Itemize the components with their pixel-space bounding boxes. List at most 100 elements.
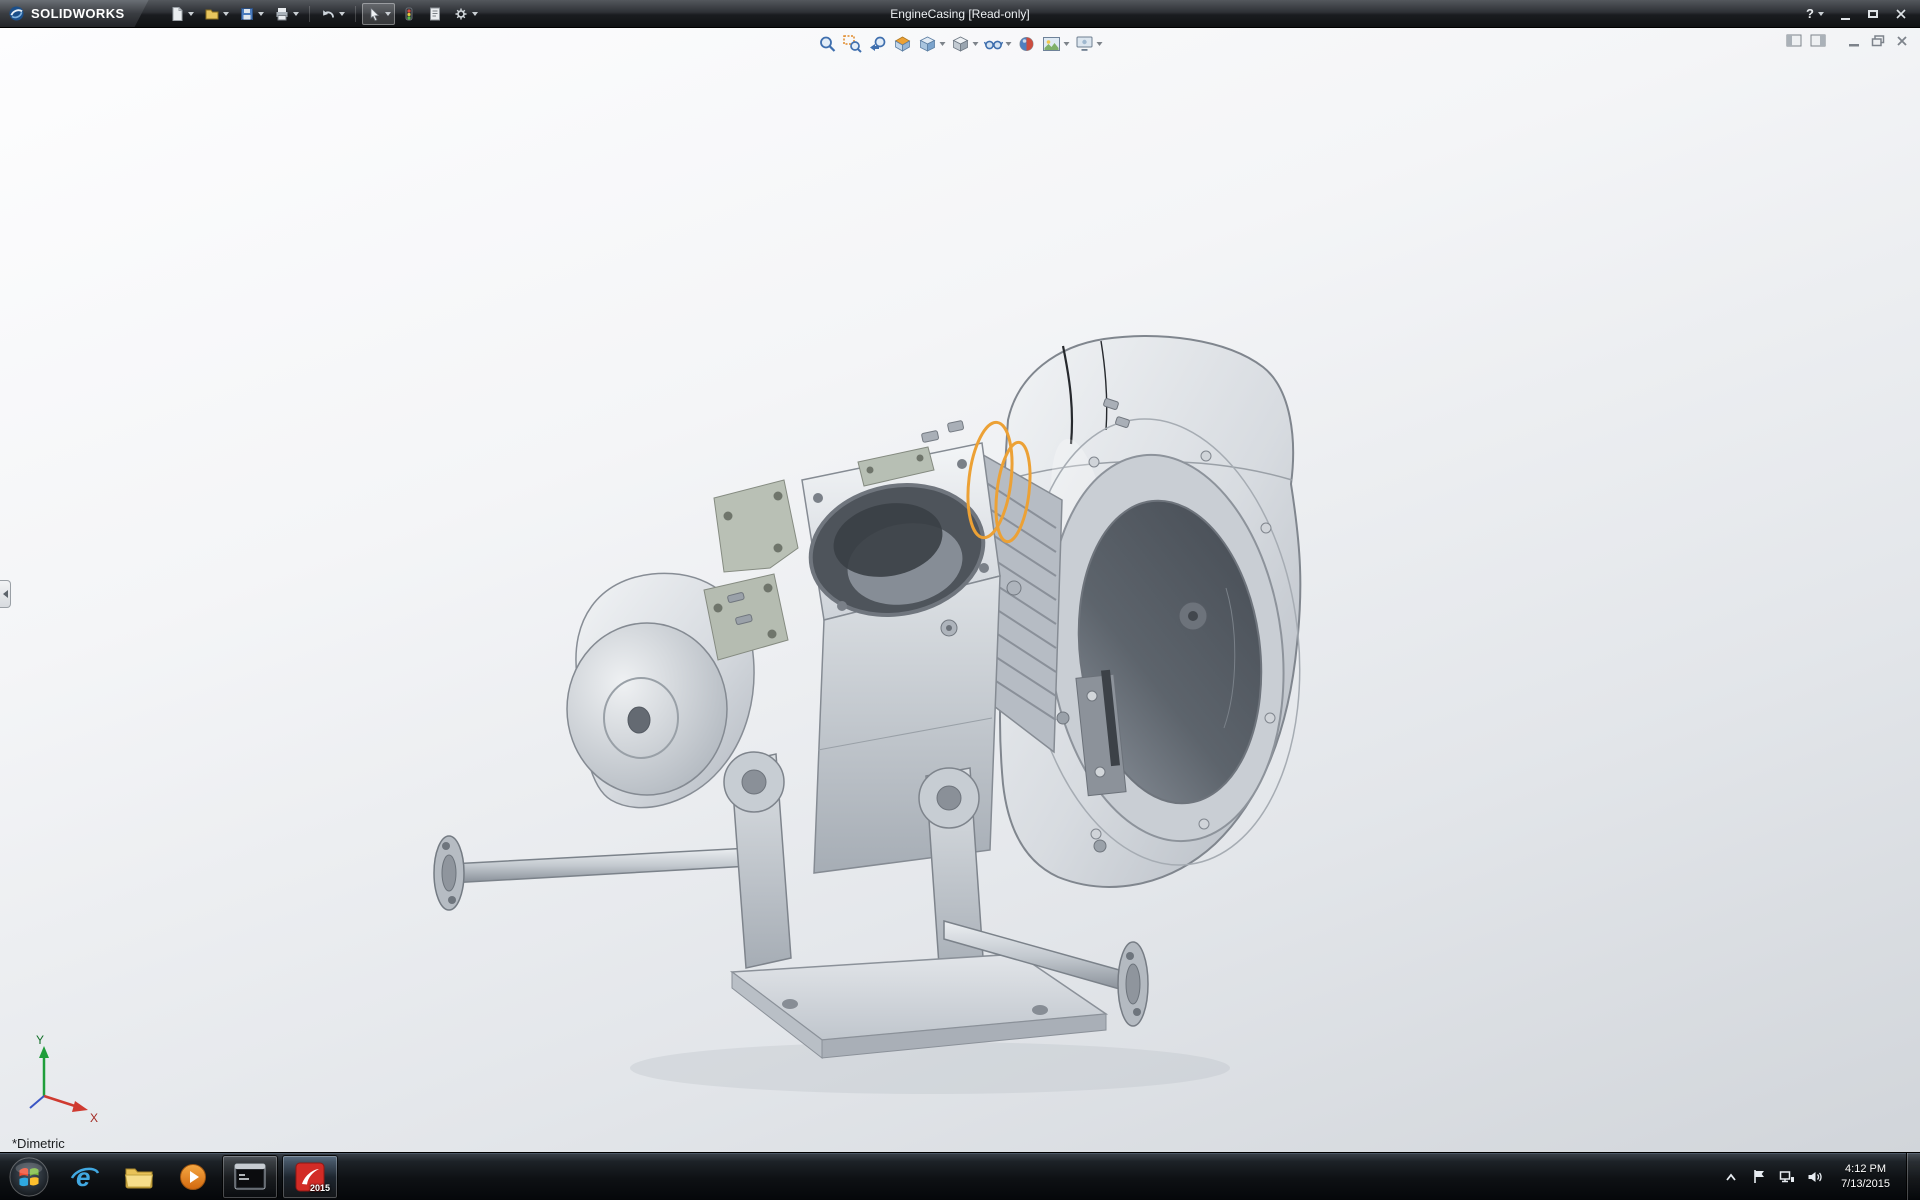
chevron-down-icon bbox=[339, 12, 345, 16]
doc-restore-icon bbox=[1871, 34, 1885, 48]
action-center-button[interactable] bbox=[1749, 1164, 1769, 1190]
toolbar-separator bbox=[355, 6, 356, 22]
brand-name: SOLIDWORKS bbox=[31, 6, 125, 21]
open-button[interactable] bbox=[200, 3, 233, 25]
hide-show-items-button[interactable] bbox=[983, 33, 1013, 55]
chevron-down-icon bbox=[258, 12, 264, 16]
rebuild-button[interactable] bbox=[397, 3, 421, 25]
maximize-button[interactable] bbox=[1860, 4, 1886, 24]
internet-explorer-icon: e bbox=[69, 1161, 101, 1193]
chevron-down-icon bbox=[940, 42, 946, 46]
display-style-icon bbox=[951, 34, 971, 54]
chevron-down-icon bbox=[385, 12, 391, 16]
doc-close-button[interactable] bbox=[1892, 32, 1912, 49]
system-tray: 4:12 PM 7/13/2015 bbox=[1721, 1153, 1920, 1200]
engine-casing-model[interactable] bbox=[0, 28, 1920, 1152]
zoom-to-fit-icon bbox=[818, 34, 838, 54]
pane-left-icon bbox=[1786, 34, 1802, 48]
taskbar: e bbox=[0, 1152, 1920, 1200]
previous-view-icon bbox=[868, 34, 888, 54]
doc-minimize-button[interactable] bbox=[1844, 32, 1864, 49]
chevron-down-icon bbox=[973, 42, 979, 46]
titlebar: SOLIDWORKS bbox=[0, 0, 1920, 28]
svg-text:e: e bbox=[76, 1162, 90, 1192]
chevron-down-icon bbox=[293, 12, 299, 16]
previous-view-button[interactable] bbox=[867, 33, 889, 55]
new-document-icon bbox=[169, 6, 185, 22]
network-button[interactable] bbox=[1777, 1164, 1797, 1190]
help-glyph: ? bbox=[1806, 6, 1814, 21]
close-icon bbox=[1896, 9, 1906, 19]
print-button[interactable] bbox=[270, 3, 303, 25]
taskbar-item-command-prompt[interactable] bbox=[222, 1155, 278, 1199]
save-icon bbox=[239, 6, 255, 22]
section-view-button[interactable] bbox=[892, 33, 914, 55]
window-controls: ? bbox=[1800, 4, 1920, 24]
file-properties-button[interactable] bbox=[423, 3, 447, 25]
solidworks-window: SOLIDWORKS bbox=[0, 0, 1920, 1200]
graphics-area[interactable]: Y X *Dimetric bbox=[0, 28, 1920, 1152]
open-folder-icon bbox=[204, 6, 220, 22]
taskbar-item-solidworks-2015[interactable]: 2015 bbox=[282, 1155, 338, 1199]
heads-up-view-toolbar bbox=[817, 33, 1104, 55]
reference-triad[interactable]: Y X bbox=[16, 1034, 106, 1124]
show-desktop-button[interactable] bbox=[1906, 1153, 1920, 1200]
solidworks-version-badge: 2015 bbox=[310, 1183, 330, 1193]
model-shadow bbox=[630, 1042, 1230, 1094]
view-settings-icon bbox=[1075, 34, 1095, 54]
panel-collapse-tab[interactable] bbox=[0, 580, 11, 608]
section-view-icon bbox=[893, 34, 913, 54]
clock-date: 7/13/2015 bbox=[1841, 1177, 1890, 1192]
maximize-icon bbox=[1868, 10, 1878, 18]
view-settings-button[interactable] bbox=[1074, 33, 1104, 55]
view-orientation-cube-icon bbox=[918, 34, 938, 54]
hidden-icons-button[interactable] bbox=[1721, 1164, 1741, 1190]
command-prompt-icon bbox=[234, 1163, 266, 1190]
left-mount-shaft bbox=[434, 836, 750, 910]
network-icon bbox=[1779, 1170, 1795, 1184]
chevron-down-icon bbox=[1006, 42, 1012, 46]
view-orientation-button[interactable] bbox=[917, 33, 947, 55]
scene-icon bbox=[1042, 34, 1062, 54]
z-axis-arrow[interactable] bbox=[30, 1096, 44, 1108]
pane-layout-button[interactable] bbox=[1784, 32, 1804, 49]
start-button[interactable] bbox=[6, 1154, 52, 1200]
zoom-to-area-icon bbox=[843, 34, 863, 54]
doc-close-icon bbox=[1895, 34, 1909, 48]
zoom-to-fit-button[interactable] bbox=[817, 33, 839, 55]
save-button[interactable] bbox=[235, 3, 268, 25]
volume-button[interactable] bbox=[1805, 1164, 1825, 1190]
3ds-logo-icon bbox=[8, 5, 25, 22]
undo-button[interactable] bbox=[316, 3, 349, 25]
glasses-icon bbox=[984, 34, 1004, 54]
display-style-button[interactable] bbox=[950, 33, 980, 55]
taskbar-item-internet-explorer[interactable]: e bbox=[60, 1155, 110, 1199]
close-button[interactable] bbox=[1888, 4, 1914, 24]
chevron-down-icon bbox=[472, 12, 478, 16]
taskbar-item-windows-explorer[interactable] bbox=[114, 1155, 164, 1199]
doc-minimize-icon bbox=[1847, 34, 1861, 48]
windows-start-icon bbox=[8, 1156, 50, 1198]
pane-split-button[interactable] bbox=[1808, 32, 1828, 49]
select-button[interactable] bbox=[362, 3, 395, 25]
doc-restore-button[interactable] bbox=[1868, 32, 1888, 49]
document-window-controls bbox=[1784, 32, 1912, 49]
taskbar-clock[interactable]: 4:12 PM 7/13/2015 bbox=[1833, 1153, 1898, 1200]
options-button[interactable] bbox=[449, 3, 482, 25]
minimize-button[interactable] bbox=[1832, 4, 1858, 24]
taskbar-item-media-player[interactable] bbox=[168, 1155, 218, 1199]
zoom-to-area-button[interactable] bbox=[842, 33, 864, 55]
appearance-ball-icon bbox=[1017, 34, 1037, 54]
pane-right-icon bbox=[1810, 34, 1826, 48]
new-button[interactable] bbox=[165, 3, 198, 25]
toolbar-separator bbox=[309, 6, 310, 22]
triad-y-label: Y bbox=[36, 1034, 44, 1047]
x-axis-arrow[interactable] bbox=[44, 1096, 78, 1107]
gear-icon bbox=[453, 6, 469, 22]
apply-scene-button[interactable] bbox=[1041, 33, 1071, 55]
select-cursor-icon bbox=[366, 6, 382, 22]
edit-appearance-button[interactable] bbox=[1016, 33, 1038, 55]
help-button[interactable]: ? bbox=[1800, 6, 1830, 21]
file-properties-icon bbox=[427, 6, 443, 22]
chevron-down-icon bbox=[223, 12, 229, 16]
